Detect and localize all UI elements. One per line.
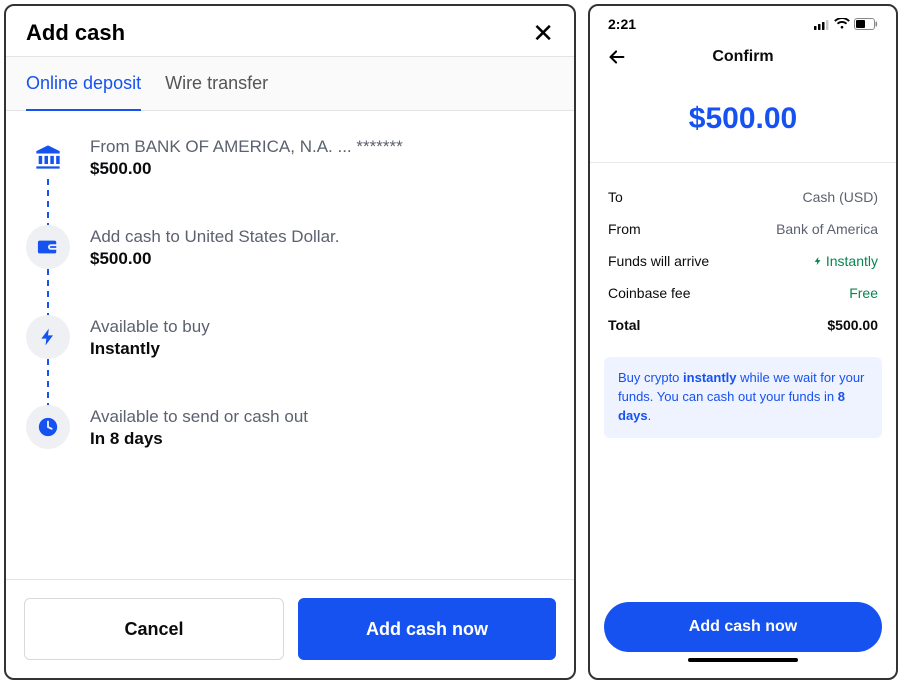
detail-from-value: Bank of America — [776, 221, 878, 237]
tab-online-deposit[interactable]: Online deposit — [26, 57, 141, 110]
step-buy-label: Available to buy — [90, 317, 210, 337]
confirm-title: Confirm — [590, 48, 896, 66]
detail-to-value: Cash (USD) — [803, 189, 878, 205]
add-cash-modal: Add cash ✕ Online deposit Wire transfer … — [4, 4, 576, 680]
step-available-send: Available to send or cash out In 8 days — [26, 405, 554, 465]
step-from-value: $500.00 — [90, 159, 403, 179]
deposit-steps: From BANK OF AMERICA, N.A. ... ******* $… — [6, 111, 574, 579]
step-add-value: $500.00 — [90, 249, 339, 269]
wallet-icon — [26, 225, 70, 269]
wifi-icon — [834, 18, 850, 30]
step-buy-value: Instantly — [90, 339, 210, 359]
detail-total-key: Total — [608, 317, 640, 333]
deposit-tabs: Online deposit Wire transfer — [6, 56, 574, 111]
detail-to: To Cash (USD) — [608, 181, 878, 213]
step-available-buy: Available to buy Instantly — [26, 315, 554, 405]
step-from-label: From BANK OF AMERICA, N.A. ... ******* — [90, 137, 403, 157]
detail-to-key: To — [608, 189, 623, 205]
back-arrow-icon[interactable] — [606, 46, 628, 68]
home-indicator — [688, 658, 798, 662]
confirm-amount: $500.00 — [590, 84, 896, 162]
cancel-button[interactable]: Cancel — [24, 598, 284, 660]
tab-wire-transfer[interactable]: Wire transfer — [165, 57, 268, 110]
bank-icon — [26, 135, 70, 179]
add-cash-now-button[interactable]: Add cash now — [298, 598, 556, 660]
confirm-footer: Add cash now — [590, 588, 896, 678]
detail-from: From Bank of America — [608, 213, 878, 245]
confirm-screen: 2:21 Confirm $500.00 To Cash (USD) From … — [588, 4, 898, 680]
battery-icon — [854, 18, 878, 30]
lightning-icon — [26, 315, 70, 359]
detail-arrive-value: Instantly — [813, 253, 878, 269]
status-time: 2:21 — [608, 16, 636, 32]
detail-total-value: $500.00 — [827, 317, 878, 333]
step-send-label: Available to send or cash out — [90, 407, 308, 427]
clock-icon — [26, 405, 70, 449]
add-cash-now-pill-button[interactable]: Add cash now — [604, 602, 882, 652]
step-send-value: In 8 days — [90, 429, 308, 449]
detail-total: Total $500.00 — [608, 309, 878, 341]
step-from-bank: From BANK OF AMERICA, N.A. ... ******* $… — [26, 135, 554, 225]
detail-from-key: From — [608, 221, 641, 237]
status-icons — [814, 18, 878, 30]
step-add-label: Add cash to United States Dollar. — [90, 227, 339, 247]
detail-fee: Coinbase fee Free — [608, 277, 878, 309]
status-bar: 2:21 — [590, 6, 896, 36]
detail-fee-key: Coinbase fee — [608, 285, 691, 301]
modal-footer: Cancel Add cash now — [6, 579, 574, 678]
detail-arrive: Funds will arrive Instantly — [608, 245, 878, 277]
modal-title: Add cash — [26, 20, 125, 46]
step-add-cash: Add cash to United States Dollar. $500.0… — [26, 225, 554, 315]
confirm-header: Confirm — [590, 36, 896, 84]
confirm-details: To Cash (USD) From Bank of America Funds… — [590, 163, 896, 351]
detail-arrive-key: Funds will arrive — [608, 253, 709, 269]
detail-fee-value: Free — [849, 285, 878, 301]
info-banner: Buy crypto instantly while we wait for y… — [604, 357, 882, 438]
cellular-icon — [814, 19, 830, 30]
lightning-small-icon — [813, 255, 823, 267]
detail-arrive-text: Instantly — [826, 253, 878, 269]
close-icon[interactable]: ✕ — [532, 20, 554, 46]
